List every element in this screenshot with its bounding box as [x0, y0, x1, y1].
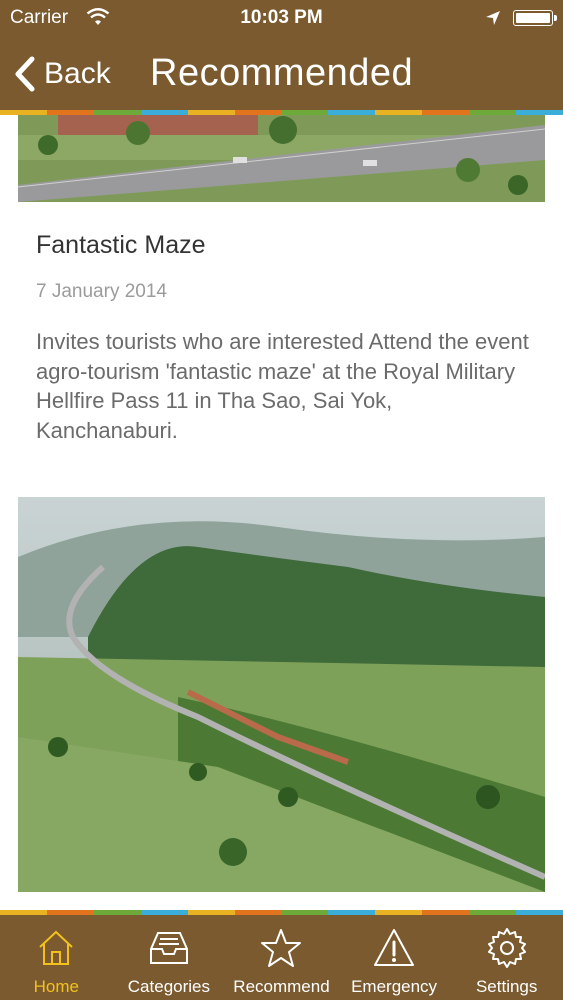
- nav-header: Carrier 10:03 PM Back Recommended: [0, 0, 563, 110]
- tab-categories[interactable]: Categories: [113, 915, 226, 1000]
- location-arrow-icon: [485, 10, 501, 32]
- tab-emergency[interactable]: Emergency: [338, 915, 451, 1000]
- tab-home-label: Home: [33, 977, 79, 996]
- warning-icon: [374, 929, 415, 966]
- article-date: 7 January 2014: [36, 281, 167, 302]
- back-button[interactable]: Back: [14, 54, 111, 94]
- tab-settings-label: Settings: [475, 977, 538, 996]
- tab-categories-label: Categories: [127, 977, 210, 996]
- tab-recommend[interactable]: Recommend: [225, 915, 338, 1000]
- home-icon: [39, 930, 73, 965]
- chevron-left-icon: [15, 56, 35, 92]
- tab-home[interactable]: Home: [0, 915, 113, 1000]
- gear-icon: [487, 928, 526, 968]
- article-image-road[interactable]: [18, 115, 545, 202]
- star-icon: [261, 929, 302, 967]
- tab-emergency-label: Emergency: [351, 977, 438, 996]
- status-bar: Carrier 10:03 PM: [0, 0, 563, 36]
- clock: 10:03 PM: [240, 7, 323, 28]
- battery-icon: [513, 10, 557, 26]
- tab-bar: Home Categories Recommend Emergency Sett…: [0, 915, 563, 1000]
- article-description: Invites tourists who are interested Atte…: [36, 329, 529, 443]
- article-image-mountain[interactable]: [18, 497, 545, 892]
- recommended-list[interactable]: Fantastic Maze 7 January 2014 Invites to…: [0, 115, 563, 910]
- tab-settings[interactable]: Settings: [450, 915, 563, 1000]
- page-title: Recommended: [150, 52, 414, 94]
- categories-icon: [149, 932, 188, 964]
- tab-recommend-label: Recommend: [233, 977, 330, 996]
- back-label: Back: [44, 57, 111, 90]
- article-title[interactable]: Fantastic Maze: [36, 231, 206, 260]
